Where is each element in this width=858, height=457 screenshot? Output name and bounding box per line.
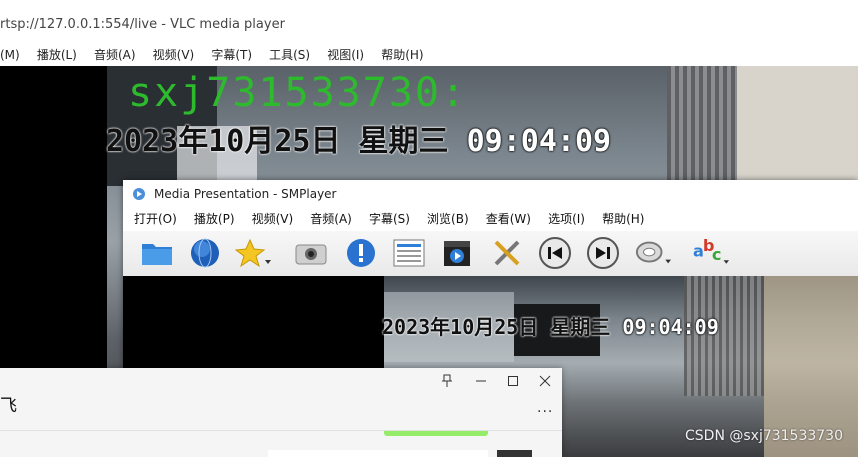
sm-menu-open[interactable]: 打开(O) <box>128 208 183 231</box>
audio-track-icon[interactable] <box>635 236 671 270</box>
smplayer-toolbar: abc <box>123 231 858 276</box>
vlc-menu-video[interactable]: 视频(V) <box>147 44 201 66</box>
more-options-button[interactable]: ... <box>537 400 553 416</box>
csdn-watermark: CSDN @sxj731533730 <box>685 428 843 444</box>
tools-icon[interactable] <box>489 236 525 270</box>
sm-menu-view[interactable]: 查看(W) <box>480 208 537 231</box>
favorites-star-icon[interactable] <box>235 236 271 270</box>
vlc-menu-view[interactable]: 视图(I) <box>321 44 370 66</box>
smplayer-osd-timestamp: 2023年10月25日 星期三 09:04:09 <box>382 311 719 340</box>
subtitle-abc-icon[interactable]: abc <box>693 236 729 270</box>
pin-icon[interactable] <box>440 374 454 388</box>
chat-message-card <box>268 450 488 457</box>
sm-menu-browse[interactable]: 浏览(B) <box>421 208 475 231</box>
vlc-osd-username: sxj731533730: <box>128 70 468 116</box>
info-icon[interactable] <box>343 236 379 270</box>
smplayer-window-title: Media Presentation - SMPlayer <box>154 187 337 201</box>
svg-text:c: c <box>712 245 722 264</box>
minimize-icon[interactable] <box>474 374 488 388</box>
vlc-menubar: (M) 播放(L) 音频(A) 视频(V) 字幕(T) 工具(S) 视图(I) … <box>0 44 858 67</box>
globe-icon[interactable] <box>187 236 223 270</box>
vlc-menu-help[interactable]: 帮助(H) <box>375 44 429 66</box>
vlc-osd-date: 2023年10月25日 星期三 <box>106 124 449 159</box>
smplayer-titlebar: Media Presentation - SMPlayer <box>123 180 858 208</box>
folder-icon[interactable] <box>139 236 175 270</box>
vlc-menu-tools[interactable]: 工具(S) <box>263 44 316 66</box>
vlc-osd-timestamp: 2023年10月25日 星期三 09:04:09 <box>106 116 611 160</box>
vlc-menu-audio[interactable]: 音频(A) <box>88 44 142 66</box>
chat-window: 飞 ... <box>0 368 562 457</box>
playlist-icon[interactable] <box>391 236 427 270</box>
screenshot-camera-icon[interactable] <box>293 236 329 270</box>
chat-image-thumbnail[interactable] <box>497 450 532 457</box>
sm-menu-audio[interactable]: 音频(A) <box>304 208 358 231</box>
close-icon[interactable] <box>538 374 552 388</box>
previous-icon[interactable] <box>537 236 573 270</box>
vlc-window-title: rtsp://127.0.0.1:554/live - VLC media pl… <box>0 17 285 32</box>
chat-titlebar: 飞 ... <box>0 368 562 431</box>
smplayer-osd-date: 2023年10月25日 星期三 <box>382 315 611 339</box>
vlc-menu-media[interactable]: (M) <box>0 44 26 66</box>
smplayer-app-icon <box>133 188 145 200</box>
maximize-icon[interactable] <box>506 374 520 388</box>
vlc-osd-time: 09:04:09 <box>466 124 612 159</box>
vlc-titlebar: rtsp://127.0.0.1:554/live - VLC media pl… <box>0 0 858 44</box>
sm-menu-help[interactable]: 帮助(H) <box>596 208 650 231</box>
clapperboard-icon[interactable] <box>439 236 475 270</box>
sm-menu-play[interactable]: 播放(P) <box>188 208 241 231</box>
sm-menu-video[interactable]: 视频(V) <box>246 208 300 231</box>
chat-message-bubble <box>384 431 488 436</box>
vlc-menu-subtitle[interactable]: 字幕(T) <box>205 44 258 66</box>
sm-menu-options[interactable]: 选项(I) <box>542 208 591 231</box>
smplayer-menubar: 打开(O) 播放(P) 视频(V) 音频(A) 字幕(S) 浏览(B) 查看(W… <box>123 208 858 231</box>
vlc-menu-playback[interactable]: 播放(L) <box>31 44 83 66</box>
next-icon[interactable] <box>585 236 621 270</box>
smplayer-osd-time: 09:04:09 <box>622 315 719 339</box>
sm-menu-subtitles[interactable]: 字幕(S) <box>363 208 416 231</box>
chat-contact-name: 飞 <box>0 396 17 416</box>
